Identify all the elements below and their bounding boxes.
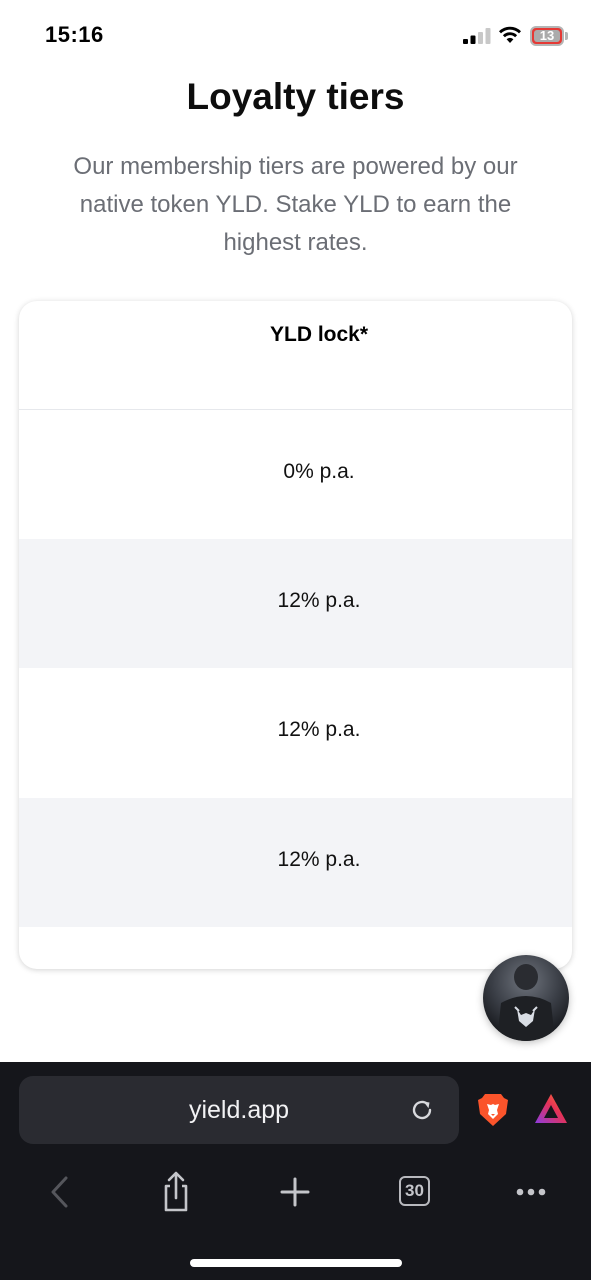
share-icon[interactable]	[152, 1168, 200, 1216]
table-row: 12% p.a.	[19, 668, 572, 797]
tabs-icon[interactable]: 30	[399, 1176, 430, 1206]
browser-nav	[0, 1168, 591, 1216]
status-time: 15:16	[45, 22, 104, 47]
brave-lion-icon[interactable]	[477, 1092, 509, 1128]
brave-rewards-icon[interactable]	[534, 1093, 568, 1125]
tier-rate: 12% p.a.	[277, 718, 361, 741]
page-title: Loyalty tiers	[186, 76, 405, 117]
battery-percent: 13	[539, 28, 555, 43]
tier-rate: 12% p.a.	[277, 589, 361, 612]
wifi-icon	[499, 26, 521, 43]
chat-avatar-icon[interactable]	[483, 955, 569, 1041]
tier-rate: 12% p.a.	[277, 848, 361, 871]
more-icon[interactable]	[507, 1168, 555, 1216]
status-bar: 15:16 13	[0, 0, 591, 70]
table-row: 12% p.a.	[19, 798, 572, 927]
back-icon[interactable]	[36, 1168, 84, 1216]
address-bar[interactable]: yield.app	[19, 1076, 459, 1144]
table-header: YLD lock*	[19, 301, 572, 410]
battery-icon: 13	[530, 26, 568, 46]
loyalty-tiers-table: YLD lock* 0% p.a. 12% p.a. 12% p.a. 12% …	[19, 301, 572, 969]
new-tab-icon[interactable]	[271, 1168, 319, 1216]
table-row: 0% p.a.	[19, 410, 572, 539]
tier-rate: 0% p.a.	[283, 460, 355, 483]
table-row: 12% p.a.	[19, 539, 572, 668]
intro-text: Our membership tiers are powered by our …	[73, 153, 518, 256]
signal-icon	[463, 28, 491, 44]
home-indicator[interactable]	[190, 1259, 402, 1267]
browser-toolbar: yield.app 30	[0, 1062, 591, 1280]
column-header-yld-lock: YLD lock*	[269, 323, 369, 346]
reload-icon[interactable]	[408, 1096, 436, 1124]
url-text: yield.app	[188, 1096, 290, 1124]
